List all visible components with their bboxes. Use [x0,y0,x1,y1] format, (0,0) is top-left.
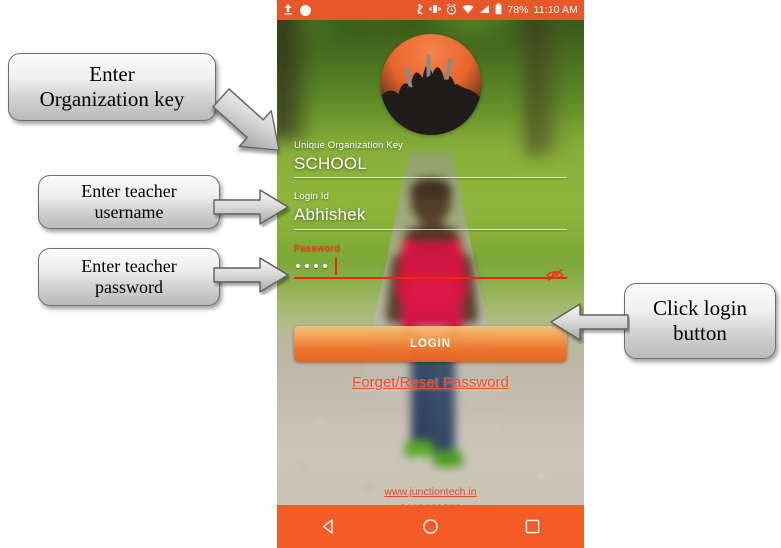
wifi-icon [462,3,474,18]
password-underline [294,276,567,279]
battery-percent: 78% [507,4,529,16]
callout-arrow-login [550,303,629,341]
callout-org-key: Enter Organization key [8,53,216,121]
callout-arrow-pass [213,257,289,293]
password-label: Password [294,242,341,254]
status-bar: 78% 11:10 AM [277,0,584,20]
callout-pass-line2: password [95,277,163,297]
forgot-password-link[interactable]: Forget/Reset Password [277,374,584,391]
login-id-input[interactable]: Abhishek [294,204,567,228]
home-icon[interactable] [413,505,447,548]
password-field[interactable]: Password [294,242,567,281]
alarm-icon [446,3,457,18]
org-key-field[interactable]: Unique Organization Key SCHOOL [294,140,567,179]
login-id-label: Login Id [294,191,330,203]
back-icon[interactable] [311,505,345,548]
login-button[interactable]: LOGIN [294,326,567,362]
login-form: Unique Organization Key SCHOOL Login Id … [294,140,567,292]
graduation-celebration-logo-icon [380,34,481,135]
text-cursor [335,257,337,275]
callout-arrow-org [212,88,280,151]
eye-off-icon[interactable] [545,267,565,283]
website-link[interactable]: www.junctiontech.in [384,486,476,498]
callout-org-line1: Enter [89,62,135,87]
battery-icon [495,3,502,18]
org-key-underline [294,177,567,179]
login-id-field[interactable]: Login Id Abhishek [294,191,567,230]
login-id-underline [294,228,567,230]
callout-arrow-user [213,189,289,225]
callout-login-line1: Click login [653,296,747,321]
callout-login-button: Click login button [624,283,776,359]
phone-screen: 78% 11:10 AM Unique Organization Key SCH… [277,0,584,548]
callout-user-line2: username [94,202,164,222]
org-key-input[interactable]: SCHOOL [294,153,567,177]
android-nav-bar [277,505,584,548]
org-key-label: Unique Organization Key [294,140,404,151]
clock: 11:10 AM [533,4,578,16]
upload-icon [283,3,293,18]
password-input[interactable] [294,256,567,277]
callout-username: Enter teacher username [38,175,220,229]
signal-icon [479,3,490,18]
vibrate-icon [429,3,442,18]
callout-user-line1: Enter teacher [81,180,177,201]
login-screen: Unique Organization Key SCHOOL Login Id … [277,20,584,515]
bluetooth-icon [416,3,424,18]
circle-notification-icon [300,4,311,16]
recents-icon[interactable] [516,505,550,548]
callout-password: Enter teacher password [38,248,220,306]
callout-login-line2: button [673,321,727,345]
callout-pass-line1: Enter teacher [81,255,177,276]
callout-org-line2: Organization key [39,87,185,111]
